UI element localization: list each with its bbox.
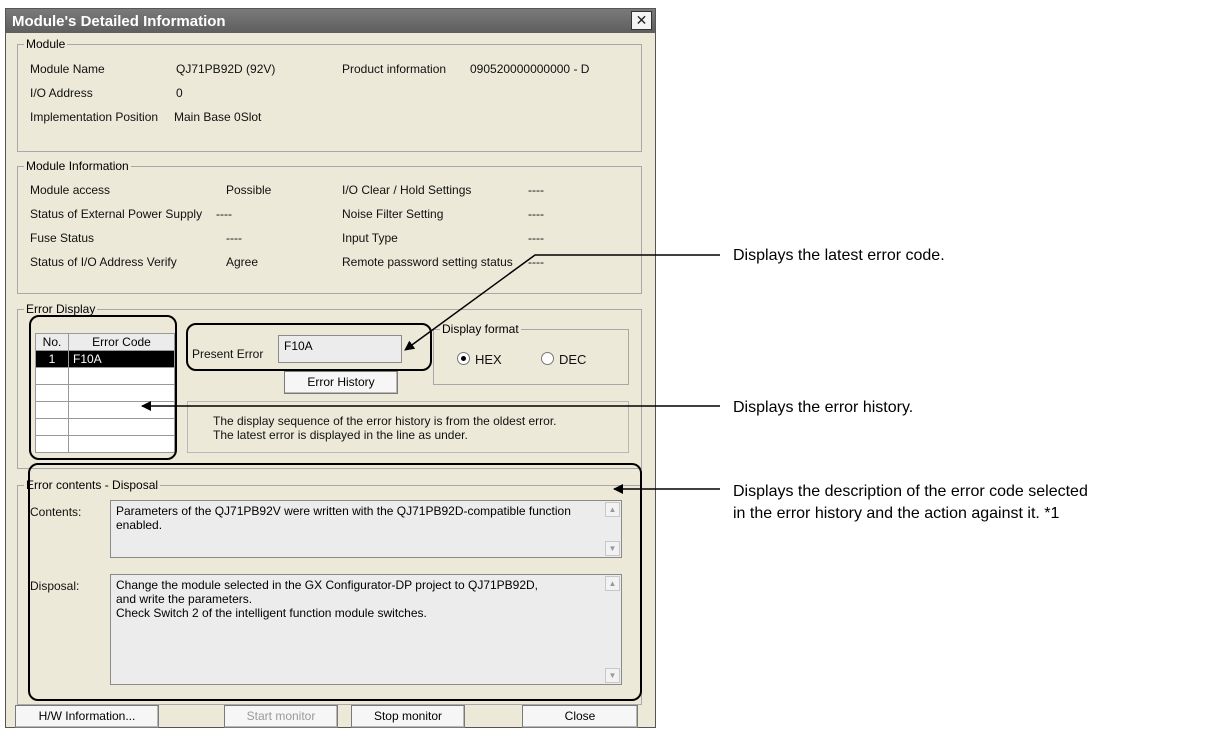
description-annotation-line1: Displays the description of the error co… (733, 483, 1088, 500)
latest-error-annotation: Displays the latest error code. (733, 247, 945, 264)
description-annotation: Displays the description of the error co… (733, 481, 1088, 525)
callout-lines (141, 254, 720, 494)
history-annotation: Displays the error history. (733, 399, 914, 416)
description-annotation-line2: in the error history and the action agai… (733, 505, 1060, 522)
latest-error-leader (404, 254, 720, 351)
